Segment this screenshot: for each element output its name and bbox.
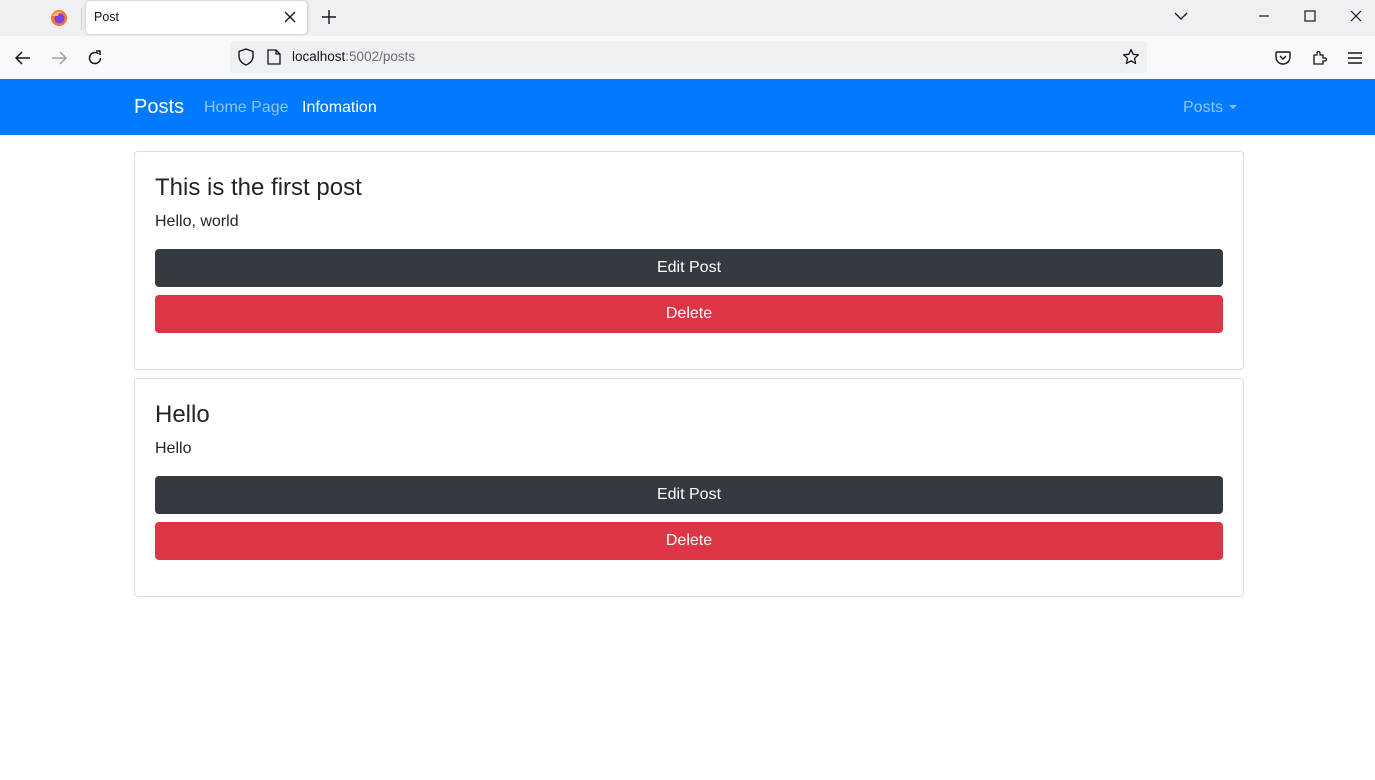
- posts-dropdown-label: Posts: [1183, 99, 1224, 116]
- delete-post-button[interactable]: Delete: [155, 522, 1223, 560]
- list-all-tabs-icon[interactable]: [1166, 4, 1196, 28]
- page-info-icon[interactable]: [264, 47, 284, 67]
- tab-separator: [81, 8, 82, 30]
- forward-arrow-icon[interactable]: [47, 46, 71, 70]
- navbar-brand[interactable]: Posts: [134, 96, 184, 119]
- posts-dropdown[interactable]: Posts: [1183, 99, 1238, 117]
- extensions-icon[interactable]: [1307, 46, 1331, 70]
- post-title: This is the first post: [155, 174, 362, 201]
- close-tab-icon[interactable]: [281, 8, 299, 26]
- site-navbar: Posts Home Page Infomation Posts: [0, 79, 1375, 135]
- maximize-icon[interactable]: [1295, 4, 1325, 28]
- address-bar[interactable]: localhost:5002/posts: [230, 41, 1147, 73]
- post-title: Hello: [155, 401, 210, 428]
- url-path: :5002/posts: [345, 49, 416, 64]
- url-host: localhost: [292, 49, 346, 64]
- pocket-icon[interactable]: [1271, 46, 1295, 70]
- reload-icon[interactable]: [83, 46, 107, 70]
- caret-down-icon: [1229, 105, 1238, 109]
- new-tab-icon[interactable]: [318, 6, 340, 28]
- edit-post-button[interactable]: Edit Post: [155, 249, 1223, 287]
- url-text[interactable]: localhost:5002/posts: [292, 49, 415, 64]
- nav-link-home[interactable]: Home Page: [204, 99, 289, 117]
- firefox-view-tab[interactable]: [40, 4, 78, 32]
- delete-post-button[interactable]: Delete: [155, 295, 1223, 333]
- shield-icon[interactable]: [236, 47, 256, 67]
- post-body: Hello: [155, 440, 192, 457]
- firefox-icon: [51, 10, 67, 26]
- menu-hamburger-icon[interactable]: [1343, 46, 1367, 70]
- back-arrow-icon[interactable]: [11, 46, 35, 70]
- nav-link-information[interactable]: Infomation: [302, 99, 377, 117]
- edit-post-button[interactable]: Edit Post: [155, 476, 1223, 514]
- post-body: Hello, world: [155, 213, 239, 230]
- post-card: This is the first post Hello, world Edit…: [134, 151, 1244, 370]
- bookmark-star-icon[interactable]: [1121, 47, 1141, 67]
- minimize-icon[interactable]: [1249, 4, 1279, 28]
- browser-tab-strip: Post: [0, 0, 1375, 36]
- browser-toolbar: localhost:5002/posts: [0, 36, 1375, 80]
- close-window-icon[interactable]: [1341, 4, 1371, 28]
- post-card: Hello Hello Edit Post Delete: [134, 378, 1244, 597]
- active-tab[interactable]: Post: [86, 1, 307, 34]
- tab-title: Post: [94, 10, 120, 24]
